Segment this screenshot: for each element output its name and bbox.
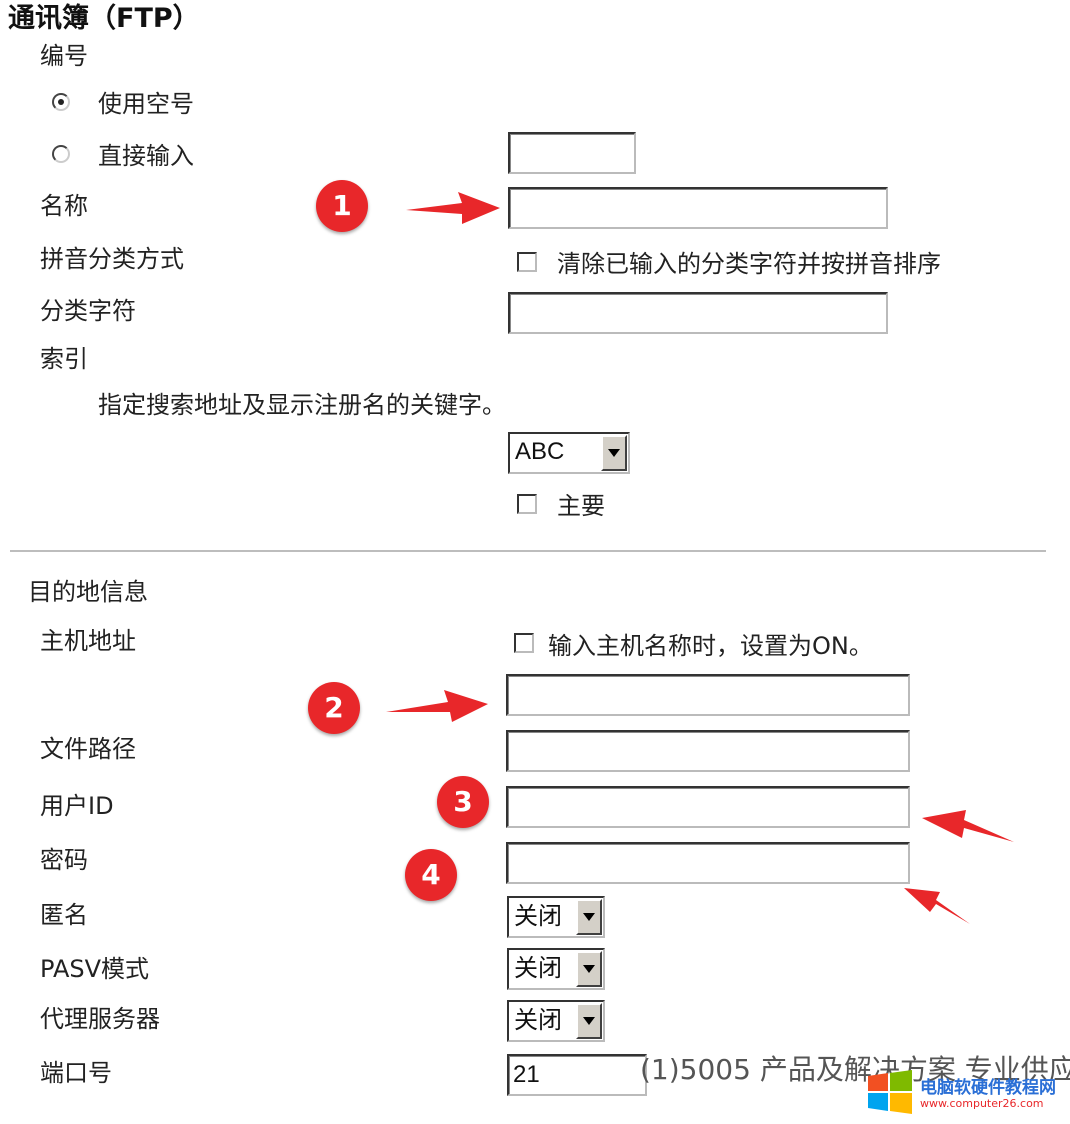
host-name-checkbox-label: 输入主机名称时，设置为ON。 [548,632,873,660]
index-select-dropdown-button[interactable] [601,435,627,471]
pasv-dropdown-button[interactable] [576,951,602,987]
pasv-select[interactable]: 关闭 [507,948,605,990]
index-select-value: ABC [515,438,565,465]
index-label: 索引 [40,345,88,373]
anonymous-select-value: 关闭 [514,902,562,930]
primary-checkbox[interactable] [517,494,537,514]
direct-input-field[interactable] [508,132,636,174]
proxy-label: 代理服务器 [40,1005,160,1033]
index-select[interactable]: ABC [508,432,630,474]
annotation-badge-1: 1 [316,180,368,232]
annotation-badge-4: 4 [405,849,457,901]
anonymous-dropdown-button[interactable] [576,899,602,935]
port-field[interactable] [507,1054,647,1096]
annotation-arrow-2 [386,690,488,722]
destination-heading: 目的地信息 [28,578,148,606]
windows-logo-icon [868,1070,912,1114]
annotation-arrow-4 [904,888,970,924]
radio-use-empty[interactable] [52,93,70,111]
radio-use-empty-label: 使用空号 [98,90,194,118]
radio-direct-input[interactable] [52,145,70,163]
chevron-down-icon [583,913,595,921]
pinyin-label: 拼音分类方式 [40,245,184,273]
user-id-label: 用户ID [40,792,114,820]
pinyin-checkbox[interactable] [517,252,537,272]
name-field[interactable] [508,187,888,229]
annotation-arrow-1 [406,192,500,224]
section-divider [10,550,1046,552]
port-label: 端口号 [40,1059,112,1087]
host-label: 主机地址 [40,627,136,655]
annotation-badge-3: 3 [437,776,489,828]
index-hint: 指定搜索地址及显示注册名的关键字。 [98,391,506,419]
proxy-dropdown-button[interactable] [576,1003,602,1039]
pinyin-checkbox-label: 清除已输入的分类字符并按拼音排序 [557,250,941,278]
site-name: 电脑软硬件教程网 [920,1078,1056,1098]
name-label: 名称 [40,192,88,220]
chevron-down-icon [583,1017,595,1025]
chevron-down-icon [583,965,595,973]
annotation-arrow-3 [922,810,1014,842]
site-url: www.computer26.com [920,1097,1044,1110]
page-title: 通讯簿（FTP） [8,3,200,34]
host-name-checkbox[interactable] [514,633,534,653]
password-field[interactable] [506,842,910,884]
user-id-field[interactable] [506,786,910,828]
host-address-field[interactable] [506,674,910,716]
category-char-field[interactable] [508,292,888,334]
radio-direct-input-label: 直接输入 [98,142,194,170]
pasv-select-value: 关闭 [514,954,562,982]
password-label: 密码 [40,846,88,874]
primary-checkbox-label: 主要 [557,492,605,520]
number-label: 编号 [40,42,88,70]
chevron-down-icon [608,449,620,457]
file-path-field[interactable] [506,730,910,772]
anonymous-select[interactable]: 关闭 [507,896,605,938]
category-char-label: 分类字符 [40,297,136,325]
proxy-select[interactable]: 关闭 [507,1000,605,1042]
file-path-label: 文件路径 [40,735,136,763]
anonymous-label: 匿名 [40,901,88,929]
proxy-select-value: 关闭 [514,1006,562,1034]
pasv-label: PASV模式 [40,955,150,983]
annotation-badge-2: 2 [308,682,360,734]
